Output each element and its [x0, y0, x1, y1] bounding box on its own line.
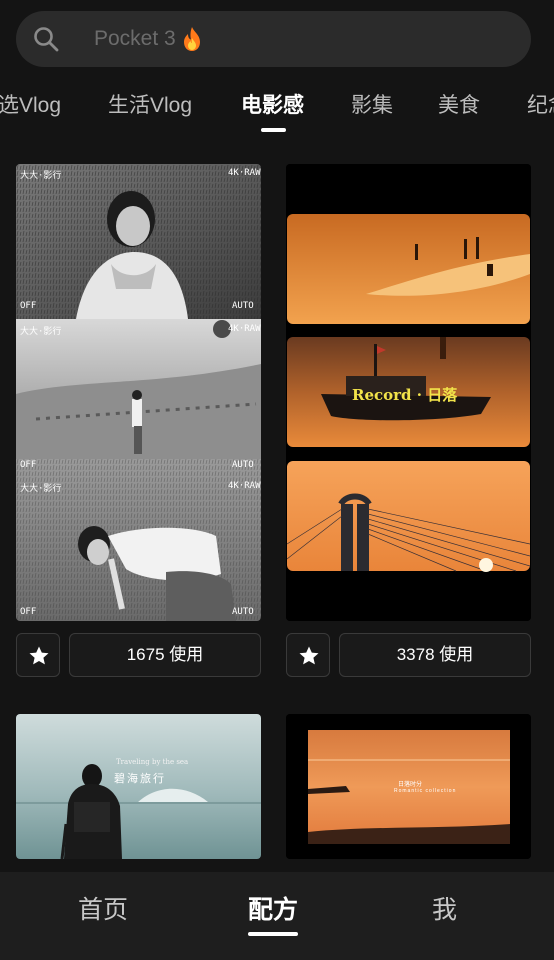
sea-subtitle: Traveling by the sea: [116, 758, 189, 766]
tab-life-vlog[interactable]: 生活Vlog: [108, 92, 192, 120]
sunset-sea-title: 日落时分: [398, 782, 423, 788]
template-card-sunset[interactable]: Record · 日落: [286, 164, 531, 621]
sunset-sea-subtitle: Romantic collection: [394, 788, 457, 794]
sea-title: 碧海旅行: [114, 772, 166, 785]
hud-wb: AUTO: [232, 460, 254, 470]
nav-me[interactable]: 我: [432, 894, 457, 926]
sea-travel-photo: [16, 714, 261, 859]
tab-memorial[interactable]: 纪念: [527, 92, 554, 120]
hud-wb: AUTO: [232, 301, 254, 311]
hud-label: 大大·影行: [20, 171, 62, 181]
sunset-caption: Record · 日落: [352, 386, 458, 404]
tab-cinematic[interactable]: 电影感: [241, 92, 304, 120]
search-placeholder: Pocket 3: [94, 27, 176, 50]
tab-album[interactable]: 影集: [351, 92, 393, 120]
nav-home[interactable]: 首页: [78, 894, 128, 926]
hud-flash: OFF: [20, 301, 37, 311]
template-card-bw-portrait[interactable]: 大大·影行 4K·RAW OFF AUTO 大大·影行 4K·RAW OFF A…: [16, 164, 261, 621]
favorite-button[interactable]: [16, 633, 60, 677]
tab-vlog-featured[interactable]: 选Vlog: [0, 92, 61, 120]
template-card-sunset-sea[interactable]: 日落时分 Romantic collection: [286, 714, 531, 859]
hud-flash: OFF: [20, 607, 37, 617]
star-icon: [299, 646, 319, 665]
search-icon: [34, 27, 59, 52]
bottom-nav: 首页 配方 我: [0, 872, 554, 960]
fire-icon: [184, 27, 200, 51]
hud-wb: AUTO: [232, 607, 254, 617]
hud-label: 大大·影行: [20, 327, 62, 337]
nav-recipes[interactable]: 配方: [248, 894, 298, 926]
favorite-button[interactable]: [286, 633, 330, 677]
hud-flash: OFF: [20, 460, 37, 470]
hud-mode: 4K·RAW: [228, 324, 261, 334]
active-tab-indicator: [261, 128, 286, 132]
bw-photo-collage: [16, 164, 261, 621]
active-nav-indicator: [248, 932, 298, 936]
hud-mode: 4K·RAW: [228, 168, 261, 178]
template-card-sea-travel[interactable]: 碧海旅行 Traveling by the sea: [16, 714, 261, 859]
search-bar[interactable]: Pocket 3: [16, 11, 531, 67]
tab-food[interactable]: 美食: [438, 92, 480, 120]
use-template-button[interactable]: 3378 使用: [339, 633, 531, 677]
hud-label: 大大·影行: [20, 484, 62, 494]
use-template-button[interactable]: 1675 使用: [69, 633, 261, 677]
star-icon: [29, 646, 49, 665]
category-tabs: 选Vlog 生活Vlog 电影感 影集 美食 纪念: [0, 80, 554, 140]
hud-mode: 4K·RAW: [228, 481, 261, 491]
